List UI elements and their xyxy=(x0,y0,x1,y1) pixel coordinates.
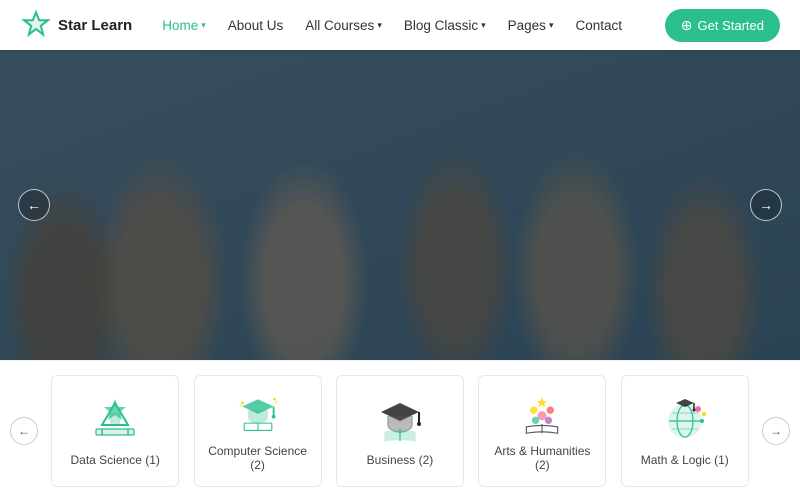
chevron-down-icon: ▾ xyxy=(549,20,554,31)
nav-item-about[interactable]: About Us xyxy=(228,18,284,33)
nav-item-blog[interactable]: Blog Classic ▾ xyxy=(404,18,486,33)
categories-section: ← Data Science (1) xyxy=(0,360,800,500)
chevron-down-icon: ▾ xyxy=(377,20,382,31)
category-item-data-science[interactable]: Data Science (1) xyxy=(51,375,179,487)
arrow-left-icon: ← xyxy=(18,424,30,438)
get-started-button[interactable]: ⊕ Get Started xyxy=(665,9,780,42)
arrow-left-icon: ← xyxy=(27,197,41,213)
nav-item-contact[interactable]: Contact xyxy=(575,18,622,33)
hero-section: WELCOME TO OUR SCHOOL Education is the b… xyxy=(0,50,800,360)
category-label-data-science: Data Science (1) xyxy=(71,453,160,467)
business-icon xyxy=(375,395,425,445)
chevron-down-icon: ▾ xyxy=(481,20,486,31)
category-item-business[interactable]: Business (2) xyxy=(336,375,464,487)
hero-next-button[interactable]: → xyxy=(750,189,782,221)
plus-circle-icon: ⊕ xyxy=(681,17,693,34)
category-label-computer-science: Computer Science (2) xyxy=(205,444,311,472)
logo-icon xyxy=(20,9,52,41)
category-label-arts-humanities: Arts & Humanities (2) xyxy=(489,444,595,472)
hero-people-image xyxy=(0,50,800,360)
chevron-down-icon: ▾ xyxy=(201,20,206,31)
logo[interactable]: Star Learn xyxy=(20,9,132,41)
category-list: Data Science (1) Computer Science (2) xyxy=(38,375,762,487)
category-item-math-logic[interactable]: Math & Logic (1) xyxy=(621,375,749,487)
arts-humanities-icon xyxy=(517,390,567,436)
category-item-arts-humanities[interactable]: Arts & Humanities (2) xyxy=(478,375,606,487)
data-science-icon xyxy=(90,395,140,445)
math-logic-icon xyxy=(660,395,710,445)
computer-science-icon xyxy=(233,390,283,436)
hero-background xyxy=(0,50,800,360)
nav-item-pages[interactable]: Pages ▾ xyxy=(508,18,554,33)
navbar: Star Learn Home ▾ About Us All Courses ▾… xyxy=(0,0,800,50)
nav-item-courses[interactable]: All Courses ▾ xyxy=(305,18,382,33)
arrow-right-icon: → xyxy=(759,197,773,213)
nav-item-home[interactable]: Home ▾ xyxy=(162,18,206,33)
category-item-computer-science[interactable]: Computer Science (2) xyxy=(194,375,322,487)
category-label-math-logic: Math & Logic (1) xyxy=(641,453,729,467)
nav-links: Home ▾ About Us All Courses ▾ Blog Class… xyxy=(162,18,665,33)
category-label-business: Business (2) xyxy=(367,453,434,467)
logo-text: Star Learn xyxy=(58,17,132,34)
categories-next-button[interactable]: → xyxy=(762,417,790,445)
categories-prev-button[interactable]: ← xyxy=(10,417,38,445)
arrow-right-icon: → xyxy=(770,424,782,438)
hero-prev-button[interactable]: ← xyxy=(18,189,50,221)
